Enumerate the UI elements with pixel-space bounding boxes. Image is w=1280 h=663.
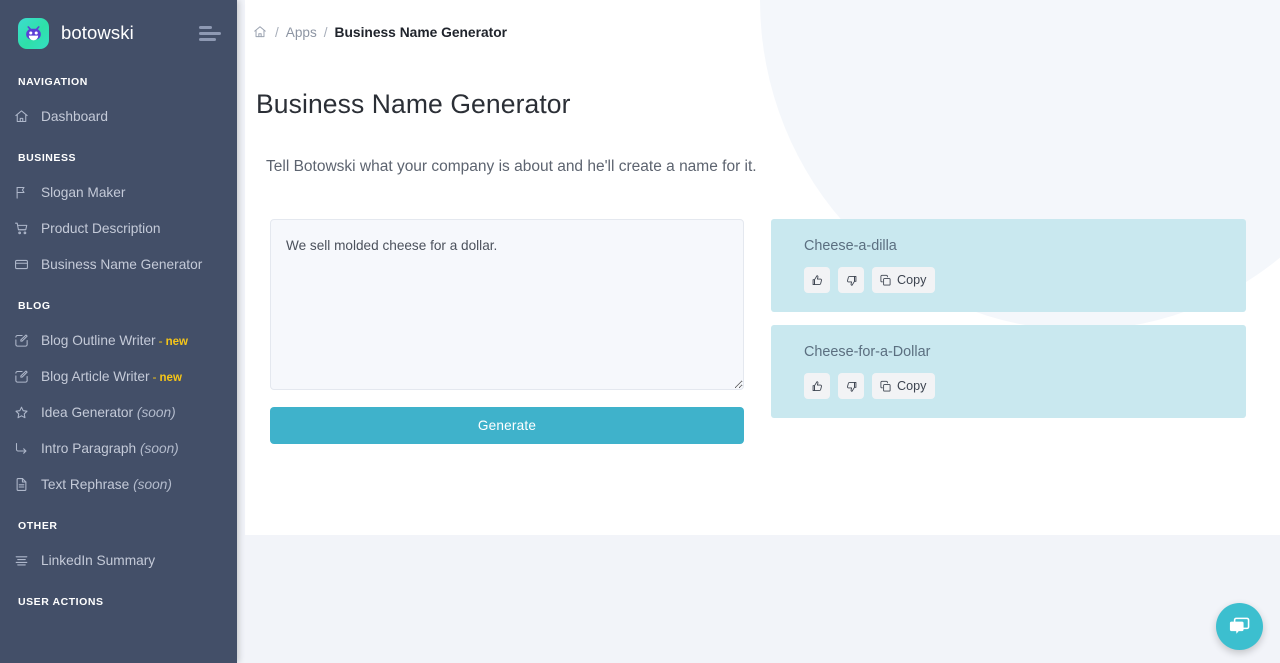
sidebar-group-business: BUSINESS Slogan Maker Product Descriptio…: [0, 151, 237, 282]
sidebar-item-label: Idea Generator (soon): [41, 405, 176, 420]
soon-tag: (soon): [140, 441, 179, 456]
badge-dash: -: [153, 370, 157, 384]
sidebar: botowski NAVIGATION Dashboard BUSINESS S…: [0, 0, 237, 663]
sidebar-item-dashboard[interactable]: Dashboard: [0, 98, 237, 134]
align-center-icon: [14, 551, 36, 569]
flag-icon: [14, 183, 36, 201]
soon-tag: (soon): [137, 405, 176, 420]
card-icon: [14, 255, 36, 273]
sidebar-item-label: Product Description: [41, 221, 160, 236]
badge-new: new: [160, 372, 182, 384]
robot-face-icon: [18, 18, 49, 49]
sidebar-item-label: Blog Outline Writer-new: [41, 333, 188, 348]
sidebar-item-business-name-generator[interactable]: Business Name Generator: [0, 246, 237, 282]
result-name: Cheese-for-a-Dollar: [804, 344, 1246, 360]
sidebar-item-label: LinkedIn Summary: [41, 553, 155, 568]
chat-bubbles-icon: [1227, 614, 1252, 639]
copy-button[interactable]: Copy: [872, 267, 935, 293]
copy-button[interactable]: Copy: [872, 373, 935, 399]
breadcrumb-separator: /: [275, 25, 279, 40]
thumbs-down-button[interactable]: [838, 373, 864, 399]
thumbs-up-button[interactable]: [804, 373, 830, 399]
prompt-input[interactable]: [270, 219, 744, 390]
sidebar-item-linkedin-summary[interactable]: LinkedIn Summary: [0, 542, 237, 578]
result-actions: Copy: [804, 267, 1246, 293]
sidebar-section-title: NAVIGATION: [0, 75, 237, 89]
result-card: Cheese-a-dilla: [771, 219, 1246, 312]
thumbs-down-icon: [845, 380, 858, 393]
sidebar-group-navigation: NAVIGATION Dashboard: [0, 75, 237, 134]
home-icon[interactable]: [253, 25, 267, 39]
document-icon: [14, 475, 36, 493]
sidebar-item-label: Text Rephrase (soon): [41, 477, 172, 492]
copy-label: Copy: [897, 273, 926, 287]
chat-widget-button[interactable]: [1216, 603, 1263, 650]
sidebar-item-product-description[interactable]: Product Description: [0, 210, 237, 246]
result-card: Cheese-for-a-Dollar: [771, 325, 1246, 418]
sidebar-item-intro-paragraph[interactable]: Intro Paragraph (soon): [0, 430, 237, 466]
thumbs-up-icon: [811, 274, 824, 287]
sidebar-item-text-rephrase[interactable]: Text Rephrase (soon): [0, 466, 237, 502]
sidebar-brand-row: botowski: [0, 7, 237, 59]
copy-icon: [879, 274, 892, 287]
sidebar-item-label: Intro Paragraph (soon): [41, 441, 179, 456]
copy-icon: [879, 380, 892, 393]
breadcrumb-current: Business Name Generator: [335, 25, 508, 40]
sidebar-item-label: Business Name Generator: [41, 257, 202, 272]
copy-label: Copy: [897, 379, 926, 393]
sidebar-section-title: USER ACTIONS: [0, 595, 237, 609]
thumbs-up-icon: [811, 380, 824, 393]
brand-name: botowski: [61, 22, 134, 44]
sidebar-section-title: BUSINESS: [0, 151, 237, 165]
breadcrumb-apps-link[interactable]: Apps: [286, 25, 317, 40]
sidebar-item-idea-generator[interactable]: Idea Generator (soon): [0, 394, 237, 430]
home-icon: [14, 107, 36, 125]
thumbs-down-button[interactable]: [838, 267, 864, 293]
result-actions: Copy: [804, 373, 1246, 399]
sidebar-item-slogan-maker[interactable]: Slogan Maker: [0, 174, 237, 210]
shopping-cart-icon: [14, 219, 36, 237]
content-card: / Apps / Business Name Generator Busines…: [245, 0, 1280, 535]
sidebar-item-label: Slogan Maker: [41, 185, 125, 200]
results-column: Cheese-a-dilla: [771, 219, 1246, 431]
sidebar-item-label: Blog Article Writer-new: [41, 369, 182, 384]
generator-body: Generate Cheese-a-dilla: [245, 219, 1280, 444]
sidebar-section-title: OTHER: [0, 519, 237, 533]
breadcrumb-separator: /: [324, 25, 328, 40]
sidebar-item-blog-outline-writer[interactable]: Blog Outline Writer-new: [0, 322, 237, 358]
arrow-turn-icon: [14, 439, 36, 457]
sidebar-item-blog-article-writer[interactable]: Blog Article Writer-new: [0, 358, 237, 394]
generate-button[interactable]: Generate: [270, 407, 744, 444]
sidebar-item-label: Dashboard: [41, 109, 108, 124]
sidebar-section-title: BLOG: [0, 299, 237, 313]
generator-form-column: Generate: [270, 219, 744, 444]
sidebar-group-other: OTHER LinkedIn Summary: [0, 519, 237, 578]
align-left-menu-icon[interactable]: [199, 24, 221, 42]
soon-tag: (soon): [133, 477, 172, 492]
badge-new: new: [166, 336, 188, 348]
thumbs-down-icon: [845, 274, 858, 287]
edit-square-icon: [14, 331, 36, 349]
sidebar-group-blog: BLOG Blog Outline Writer-new Blog Articl…: [0, 299, 237, 502]
edit-square-icon: [14, 367, 36, 385]
result-name: Cheese-a-dilla: [804, 238, 1246, 254]
star-icon: [14, 403, 36, 421]
page-title: Business Name Generator: [245, 89, 1280, 120]
sidebar-group-user-actions: USER ACTIONS: [0, 595, 237, 609]
badge-dash: -: [159, 334, 163, 348]
breadcrumb: / Apps / Business Name Generator: [245, 19, 1280, 45]
page-subtitle: Tell Botowski what your company is about…: [245, 158, 1280, 176]
thumbs-up-button[interactable]: [804, 267, 830, 293]
